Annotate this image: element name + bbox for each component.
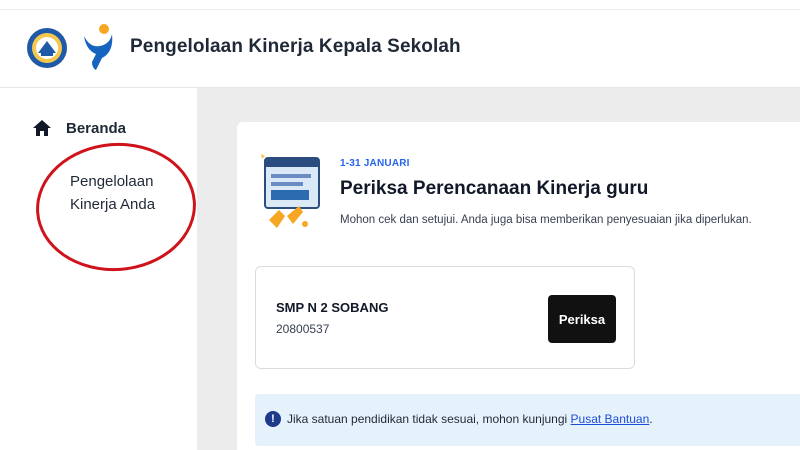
school-name: SMP N 2 SOBANG [276, 300, 389, 315]
sidebar: Beranda Pengelolaan Kinerja Anda [0, 88, 201, 450]
kemdikbud-logo-icon [27, 28, 67, 68]
period-label: 1-31 JANUARI [340, 158, 410, 169]
browser-edge [0, 0, 800, 10]
info-text: Jika satuan pendidikan tidak sesuai, moh… [287, 412, 653, 426]
info-message: Jika satuan pendidikan tidak sesuai, moh… [287, 412, 571, 426]
periksa-button[interactable]: Periksa [548, 295, 616, 343]
home-icon [33, 120, 51, 136]
red-highlight-circle [31, 137, 201, 277]
pusat-bantuan-link[interactable]: Pusat Bantuan [571, 412, 650, 426]
info-banner: ! Jika satuan pendidikan tidak sesuai, m… [255, 394, 800, 446]
info-icon: ! [265, 411, 281, 427]
app-title: Pengelolaan Kinerja Kepala Sekolah [130, 36, 461, 57]
top-bar: Pengelolaan Kinerja Kepala Sekolah [0, 0, 800, 88]
school-item: SMP N 2 SOBANG 20800537 Periksa [255, 266, 635, 369]
app-logo-icon [84, 24, 113, 70]
school-npsn: 20800537 [276, 322, 330, 336]
sidebar-item-label: Beranda [66, 119, 127, 137]
info-suffix: . [649, 412, 653, 426]
card-title: Periksa Perencanaan Kinerja guru [340, 178, 649, 199]
card-description: Mohon cek dan setujui. Anda juga bisa me… [340, 214, 752, 226]
sidebar-item-beranda[interactable]: Beranda [32, 119, 126, 137]
main-content: 1-31 JANUARI Periksa Perencanaan Kinerja… [197, 88, 800, 450]
task-card: 1-31 JANUARI Periksa Perencanaan Kinerja… [237, 122, 800, 450]
document-review-illustration-icon [261, 154, 320, 228]
